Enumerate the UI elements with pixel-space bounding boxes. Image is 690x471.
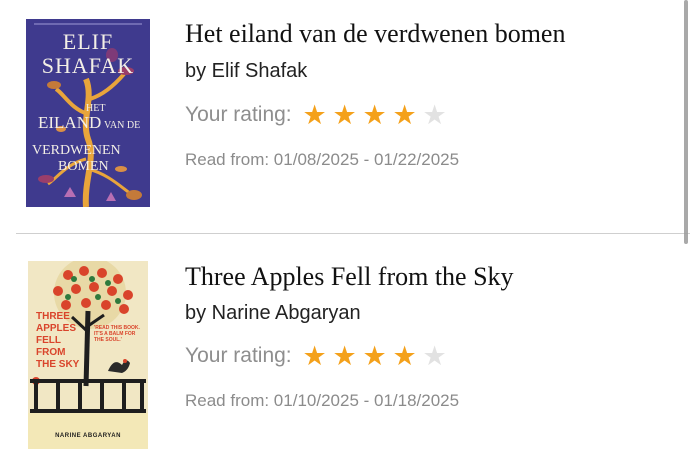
rating-label: Your rating:	[185, 344, 292, 367]
cover-author-lower: SHAFAK	[41, 53, 135, 78]
star-icon[interactable]: ★	[390, 101, 420, 129]
star-icon[interactable]: ★	[420, 342, 450, 370]
book-author[interactable]: by Narine Abgaryan	[185, 302, 361, 325]
book-cover[interactable]: THREE APPLES FELL FROM THE SKY 'READ THI…	[28, 261, 148, 449]
star-rating[interactable]: ★ ★ ★ ★ ★	[300, 342, 450, 370]
cover-title-line: APPLES	[36, 323, 77, 334]
rating-row: Your rating: ★ ★ ★ ★ ★	[185, 101, 450, 129]
book-cover[interactable]: ELIF SHAFAK HET EILAND VAN DE VERDWENEN …	[26, 19, 150, 207]
cover-title-line: FELL	[36, 335, 61, 346]
cover-author-upper: ELIF	[62, 29, 114, 54]
star-icon[interactable]: ★	[390, 342, 420, 370]
rating-label: Your rating:	[185, 103, 292, 126]
star-icon[interactable]: ★	[360, 342, 390, 370]
rating-row: Your rating: ★ ★ ★ ★ ★	[185, 342, 450, 370]
book-author[interactable]: by Elif Shafak	[185, 60, 307, 83]
cover-title-line: FROM	[36, 347, 66, 358]
cover-quote: 'READ THIS BOOK. IT'S A BALM FOR THE SOU…	[94, 325, 140, 343]
read-dates: Read from: 01/08/2025 - 01/22/2025	[185, 150, 460, 169]
cover-title-line: THE SKY	[36, 359, 80, 370]
star-icon[interactable]: ★	[420, 101, 450, 129]
star-rating[interactable]: ★ ★ ★ ★ ★	[300, 101, 450, 129]
book-list: ELIF SHAFAK HET EILAND VAN DE VERDWENEN …	[0, 0, 690, 471]
star-icon[interactable]: ★	[330, 101, 360, 129]
star-icon[interactable]: ★	[360, 101, 390, 129]
cover-title-line: THREE	[36, 311, 70, 322]
book-title[interactable]: Three Apples Fell from the Sky	[185, 262, 514, 292]
cover-author-name: NARINE ABGARYAN	[55, 433, 121, 439]
divider	[16, 233, 690, 234]
star-icon[interactable]: ★	[300, 342, 330, 370]
star-icon[interactable]: ★	[300, 101, 330, 129]
book-title[interactable]: Het eiland van de verdwenen bomen	[185, 19, 565, 49]
book-item[interactable]: ELIF SHAFAK HET EILAND VAN DE VERDWENEN …	[0, 0, 690, 232]
cover-title-line: VAN DE	[104, 120, 141, 131]
cover-title-line: EILAND	[38, 113, 102, 132]
cover-title-line: VERDWENEN	[32, 143, 121, 158]
star-icon[interactable]: ★	[330, 342, 360, 370]
scrollbar[interactable]	[684, 0, 688, 244]
book-item[interactable]: THREE APPLES FELL FROM THE SKY 'READ THI…	[0, 235, 690, 471]
read-dates: Read from: 01/10/2025 - 01/18/2025	[185, 391, 460, 410]
cover-title-line: BOMEN	[58, 159, 109, 174]
